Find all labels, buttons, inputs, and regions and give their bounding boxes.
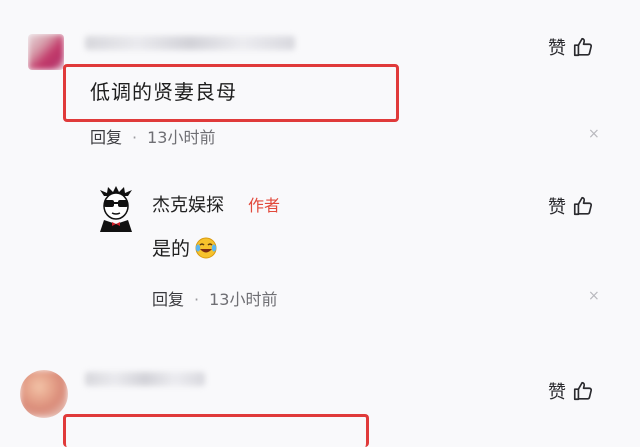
like-button[interactable]: 赞	[548, 34, 594, 60]
reply-button[interactable]: 回复	[90, 128, 122, 147]
thumbs-up-icon	[573, 37, 593, 57]
like-button[interactable]: 赞	[548, 193, 594, 219]
like-label: 赞	[548, 197, 566, 218]
reply-content: 是的	[152, 234, 218, 261]
like-label: 赞	[548, 382, 566, 403]
meta-separator: ·	[194, 290, 200, 309]
comment-meta: 回复 · 13小时前	[90, 124, 215, 148]
timestamp: 13小时前	[209, 290, 278, 309]
author-name[interactable]: 杰克娱探	[152, 191, 224, 217]
reply-button[interactable]: 回复	[152, 290, 184, 309]
reply-text: 是的	[152, 238, 191, 260]
close-icon[interactable]: ×	[588, 288, 600, 304]
laughing-crying-emoji-icon	[195, 237, 217, 258]
meta-separator: ·	[132, 128, 138, 147]
avatar[interactable]	[20, 370, 68, 418]
like-label: 赞	[548, 38, 566, 59]
author-badge: 作者	[248, 196, 281, 215]
author-avatar[interactable]	[94, 186, 138, 232]
avatar[interactable]	[28, 34, 64, 70]
comment-meta: 回复 · 13小时前	[152, 286, 277, 310]
timestamp: 13小时前	[147, 128, 216, 147]
thumbs-up-icon	[573, 196, 593, 216]
username[interactable]	[85, 372, 205, 386]
thumbs-up-icon	[573, 381, 593, 401]
username[interactable]	[85, 36, 295, 50]
highlight-box	[63, 414, 369, 447]
like-button[interactable]: 赞	[548, 378, 594, 404]
comment-text: 低调的贤妻良母	[90, 80, 237, 104]
close-icon[interactable]: ×	[588, 126, 600, 142]
